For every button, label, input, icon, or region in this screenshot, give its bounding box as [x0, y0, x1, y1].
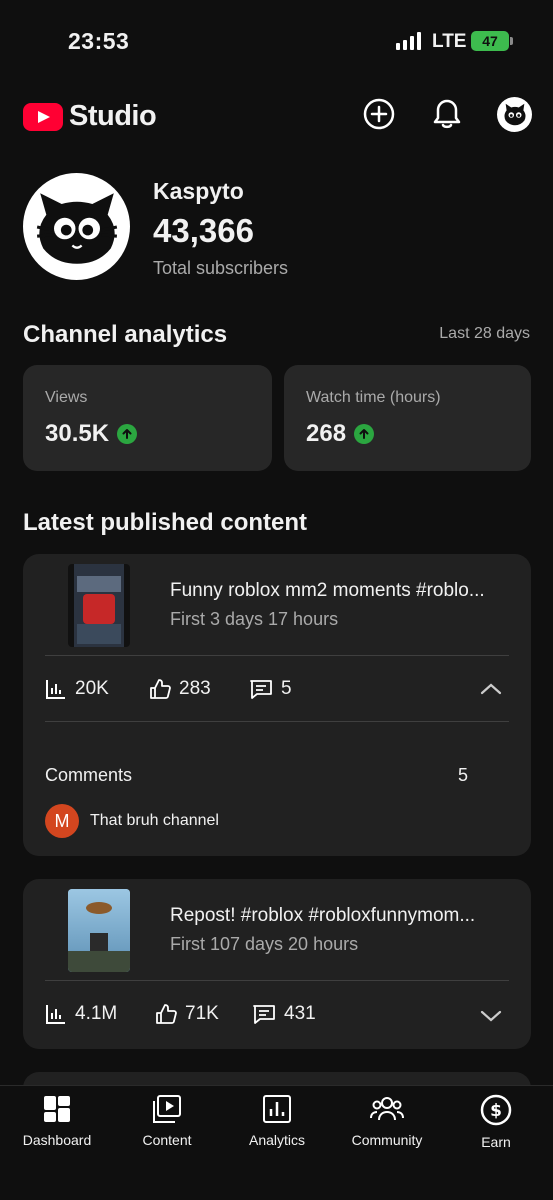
commenter-name[interactable]: That bruh channel — [90, 812, 219, 830]
nav-earn[interactable]: $ Earn — [441, 1094, 551, 1150]
video-thumbnail — [68, 889, 130, 972]
channel-name: Kaspyto — [153, 178, 244, 204]
comments-label: Comments — [45, 765, 133, 785]
nav-label: Dashboard — [22, 1132, 92, 1148]
cat-avatar-icon — [36, 192, 117, 264]
studio-logo[interactable]: Studio — [23, 100, 157, 133]
app-header: Studio — [0, 90, 553, 140]
battery-icon: 47 — [471, 31, 513, 51]
commenter-avatar[interactable]: M — [45, 804, 79, 838]
studio-wordmark: Studio — [69, 100, 157, 132]
earn-icon: $ — [480, 1094, 512, 1126]
likes-count: 283 — [179, 678, 211, 699]
chevron-up-icon — [480, 683, 502, 695]
community-icon — [370, 1097, 404, 1121]
video-period: First 107 days 20 hours — [170, 934, 359, 954]
stat-value: 268 — [306, 420, 375, 448]
bar-chart-icon — [46, 680, 65, 699]
likes-metric: 283 — [149, 678, 211, 700]
content-icon — [153, 1095, 181, 1123]
signal-icon — [396, 32, 421, 50]
create-button[interactable] — [361, 96, 397, 132]
cat-avatar-icon — [503, 103, 526, 125]
content-card[interactable]: Repost! #roblox #robloxfunnymom... First… — [23, 879, 531, 1049]
views-metric: 20K — [45, 678, 109, 700]
trend-up-icon — [354, 424, 375, 444]
views-count: 20K — [75, 678, 109, 699]
nav-label: Content — [142, 1132, 192, 1148]
comments-metric: 5 — [249, 678, 292, 700]
thumbs-up-icon — [156, 1004, 177, 1024]
watch-time-card[interactable]: Watch time (hours) 268 — [284, 365, 531, 471]
thumbs-up-icon — [150, 679, 171, 699]
views-value: 30.5K — [45, 420, 110, 447]
collapse-button[interactable] — [479, 681, 503, 702]
video-title[interactable]: Repost! #roblox #robloxfunnymom... — [170, 905, 510, 927]
chevron-down-icon — [480, 1010, 502, 1022]
nav-community[interactable]: Community — [332, 1094, 442, 1148]
comments-total: 5 — [458, 765, 469, 785]
subscriber-count: 43,366 — [153, 212, 254, 249]
comments-metric: 431 — [252, 1003, 316, 1025]
views-count: 4.1M — [75, 1003, 118, 1024]
notifications-button[interactable] — [429, 96, 465, 132]
analytics-title: Channel analytics — [23, 321, 228, 348]
latest-content-title: Latest published content — [23, 509, 308, 536]
nav-label: Community — [351, 1132, 423, 1148]
expand-button[interactable] — [479, 1008, 503, 1029]
youtube-play-icon — [23, 102, 63, 131]
watch-time-value: 268 — [306, 420, 347, 447]
divider — [45, 655, 509, 656]
nav-label: Analytics — [248, 1132, 306, 1148]
account-avatar[interactable] — [497, 97, 532, 132]
likes-count: 71K — [185, 1003, 219, 1024]
status-time: 23:53 — [68, 28, 130, 54]
divider — [45, 980, 509, 981]
comment-icon — [253, 1005, 275, 1024]
video-title[interactable]: Funny roblox mm2 moments #roblo... — [170, 580, 510, 602]
nav-content[interactable]: Content — [112, 1094, 222, 1148]
comment-icon — [250, 680, 272, 699]
subscriber-label: Total subscribers — [153, 258, 289, 278]
channel-avatar[interactable] — [23, 173, 130, 280]
nav-label: Earn — [481, 1134, 511, 1150]
dashboard-icon — [44, 1096, 70, 1122]
video-thumbnail — [68, 564, 130, 647]
views-metric: 4.1M — [45, 1003, 117, 1025]
content-card[interactable]: Funny roblox mm2 moments #roblo... First… — [23, 554, 531, 856]
status-bar: 23:53 LTE 47 — [0, 0, 553, 80]
bar-chart-icon — [46, 1005, 65, 1024]
bottom-nav: Dashboard Content Analytics Community $ … — [0, 1085, 553, 1200]
bell-icon — [433, 99, 461, 129]
views-card[interactable]: Views 30.5K — [23, 365, 272, 471]
stat-value: 30.5K — [45, 420, 138, 448]
comments-count: 431 — [284, 1003, 316, 1024]
stat-label: Views — [45, 389, 88, 406]
plus-circle-icon — [363, 98, 395, 130]
svg-text:$: $ — [490, 1101, 502, 1121]
divider — [45, 721, 509, 722]
analytics-period: Last 28 days — [439, 325, 530, 342]
nav-analytics[interactable]: Analytics — [222, 1094, 332, 1148]
stat-label: Watch time (hours) — [306, 389, 441, 406]
network-label: LTE — [432, 31, 467, 52]
likes-metric: 71K — [155, 1003, 219, 1025]
analytics-icon — [263, 1095, 291, 1123]
video-period: First 3 days 17 hours — [170, 609, 339, 629]
nav-dashboard[interactable]: Dashboard — [2, 1094, 112, 1148]
comments-count: 5 — [281, 678, 292, 699]
trend-up-icon — [117, 424, 138, 444]
